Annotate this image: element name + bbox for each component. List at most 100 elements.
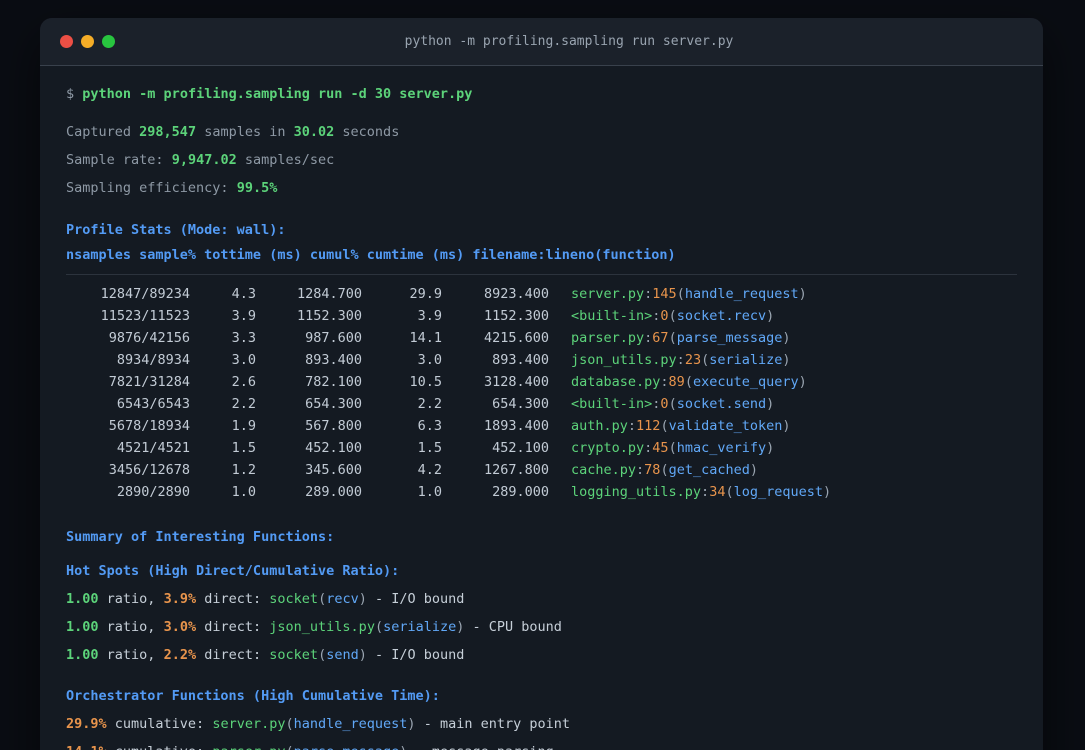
function-name: hmac_verify [676, 440, 767, 456]
bound-note: - I/O bound [375, 647, 465, 663]
close-window-button[interactable] [60, 35, 73, 48]
function-reference: socket(recv) [269, 591, 367, 607]
line-number: 78 [644, 462, 661, 478]
command-line: $ python -m profiling.sampling run -d 30… [66, 80, 1017, 108]
colon-separator: : [627, 418, 637, 434]
filename: auth.py [571, 418, 628, 434]
open-paren: ( [668, 308, 677, 324]
close-paren: ) [399, 744, 407, 750]
open-paren: ( [285, 744, 293, 750]
shell-prompt: $ [66, 86, 75, 102]
close-paren: ) [782, 352, 791, 368]
hot-spot-line: 1.00 ratio, 3.9% direct: socket(recv) - … [66, 585, 1017, 613]
cumul-pct-cell: 3.0 [417, 352, 442, 368]
hot-spot-line: 1.00 ratio, 3.0% direct: json_utils.py(s… [66, 613, 1017, 641]
stats-table-row: 8934/8934 3.0 893.400 3.0 893.400 json_utils.… [66, 349, 1017, 371]
colon-separator: : [676, 352, 685, 368]
ratio-label: ratio, [106, 619, 156, 635]
cumtime-cell: 452.100 [492, 440, 549, 456]
close-paren: ) [823, 484, 832, 500]
filename: database.py [571, 374, 661, 390]
sample-pct-cell: 1.5 [231, 440, 256, 456]
function-name: serialize [709, 352, 783, 368]
tottime-cell: 893.400 [305, 352, 362, 368]
cumtime-cell: 654.300 [492, 396, 549, 412]
function-reference: <built-in>:0(socket.recv) [571, 308, 774, 324]
open-paren: ( [684, 374, 693, 390]
stats-table-row: 3456/12678 1.2 345.600 4.2 1267.800 cache.py:… [66, 459, 1017, 481]
captured-label: Captured [66, 124, 132, 140]
efficiency-label: Sampling efficiency: [66, 180, 229, 196]
ratio-label: ratio, [106, 647, 156, 663]
function-name: get_cached [668, 462, 750, 478]
seconds-label: seconds [342, 124, 400, 140]
function-reference: logging_utils.py:34(log_request) [571, 484, 831, 500]
maximize-window-button[interactable] [102, 35, 115, 48]
line-number: 89 [668, 374, 685, 390]
nsamples-cell: 2890/2890 [116, 484, 190, 500]
open-paren: ( [285, 716, 294, 732]
cumul-pct-cell: 29.9 [409, 286, 442, 302]
sample-rate-line: Sample rate: 9,947.02 samples/sec [66, 146, 1017, 174]
open-paren: ( [660, 418, 669, 434]
filename: cache.py [571, 462, 637, 478]
filename: json_utils.py [571, 352, 677, 368]
cumtime-cell: 1267.800 [483, 462, 549, 478]
cumulative-pct-value: 29.9% [66, 716, 107, 732]
target-name: server.py [212, 716, 286, 732]
close-paren: ) [782, 330, 791, 346]
sample-pct-cell: 1.2 [231, 462, 256, 478]
open-paren: ( [318, 647, 327, 663]
cumtime-cell: 1152.300 [483, 308, 549, 324]
minimize-window-button[interactable] [81, 35, 94, 48]
filename: parser.py [571, 330, 645, 346]
stats-table-row: 11523/11523 3.9 1152.300 3.9 1152.300 <built-… [66, 305, 1017, 327]
summary-heading: Summary of Interesting Functions: [66, 529, 335, 545]
open-paren: ( [725, 484, 734, 500]
function-reference: database.py:89(execute_query) [571, 374, 807, 390]
function-reference: server.py(handle_request) [212, 716, 415, 732]
bound-note: - CPU bound [472, 619, 562, 635]
close-paren: ) [798, 286, 807, 302]
function-reference: parser.py(parse_message) [212, 744, 407, 750]
cumulative-pct-value: 14.1% [66, 744, 107, 750]
sample-rate-unit: samples/sec [244, 152, 335, 168]
line-number: 0 [660, 396, 669, 412]
sample-pct-cell: 1.9 [231, 418, 256, 434]
sample-pct-cell: 3.0 [231, 352, 256, 368]
line-number: 45 [652, 440, 669, 456]
direct-label: direct: [204, 619, 262, 635]
close-paren: ) [358, 591, 367, 607]
role-note: - message parsing [416, 744, 554, 750]
line-number: 23 [684, 352, 702, 368]
role-note: - main entry point [423, 716, 571, 732]
function-reference: cache.py:78(get_cached) [571, 462, 758, 478]
line-number: 112 [636, 418, 661, 434]
cumulative-label: cumulative: [114, 716, 205, 732]
tottime-cell: 987.600 [305, 330, 362, 346]
target-name: json_utils.py [269, 619, 375, 635]
close-paren: ) [782, 418, 791, 434]
cumul-pct-cell: 3.9 [417, 308, 442, 324]
ratio-value: 1.00 [66, 619, 99, 635]
seconds-value: 30.02 [293, 124, 335, 140]
efficiency-value: 99.5% [236, 180, 278, 196]
function-reference: socket(send) [269, 647, 367, 663]
open-paren: ( [701, 352, 710, 368]
profile-stats-heading: Profile Stats (Mode: wall): [66, 222, 286, 238]
close-paren: ) [766, 396, 775, 412]
close-paren: ) [766, 440, 775, 456]
orchestrators-heading: Orchestrator Functions (High Cumulative … [66, 688, 440, 704]
stats-table-row: 9876/42156 3.3 987.600 14.1 4215.600 parser.p… [66, 327, 1017, 349]
sample-rate-label: Sample rate: [66, 152, 164, 168]
sample-rate-value: 9,947.02 [171, 152, 237, 168]
colon-separator: : [701, 484, 710, 500]
stats-table-row: 6543/6543 2.2 654.300 2.2 654.300 <built-in>:… [66, 393, 1017, 415]
orchestrator-line: 14.1% cumulative: parser.py(parse_messag… [66, 738, 1017, 750]
tottime-cell: 452.100 [305, 440, 362, 456]
cumul-pct-cell: 14.1 [409, 330, 442, 346]
samples-in-label: samples in [204, 124, 286, 140]
close-paren: ) [456, 619, 465, 635]
window-title: python -m profiling.sampling run server.… [404, 34, 734, 49]
captured-line: Captured 298,547 samples in 30.02 second… [66, 118, 1017, 146]
